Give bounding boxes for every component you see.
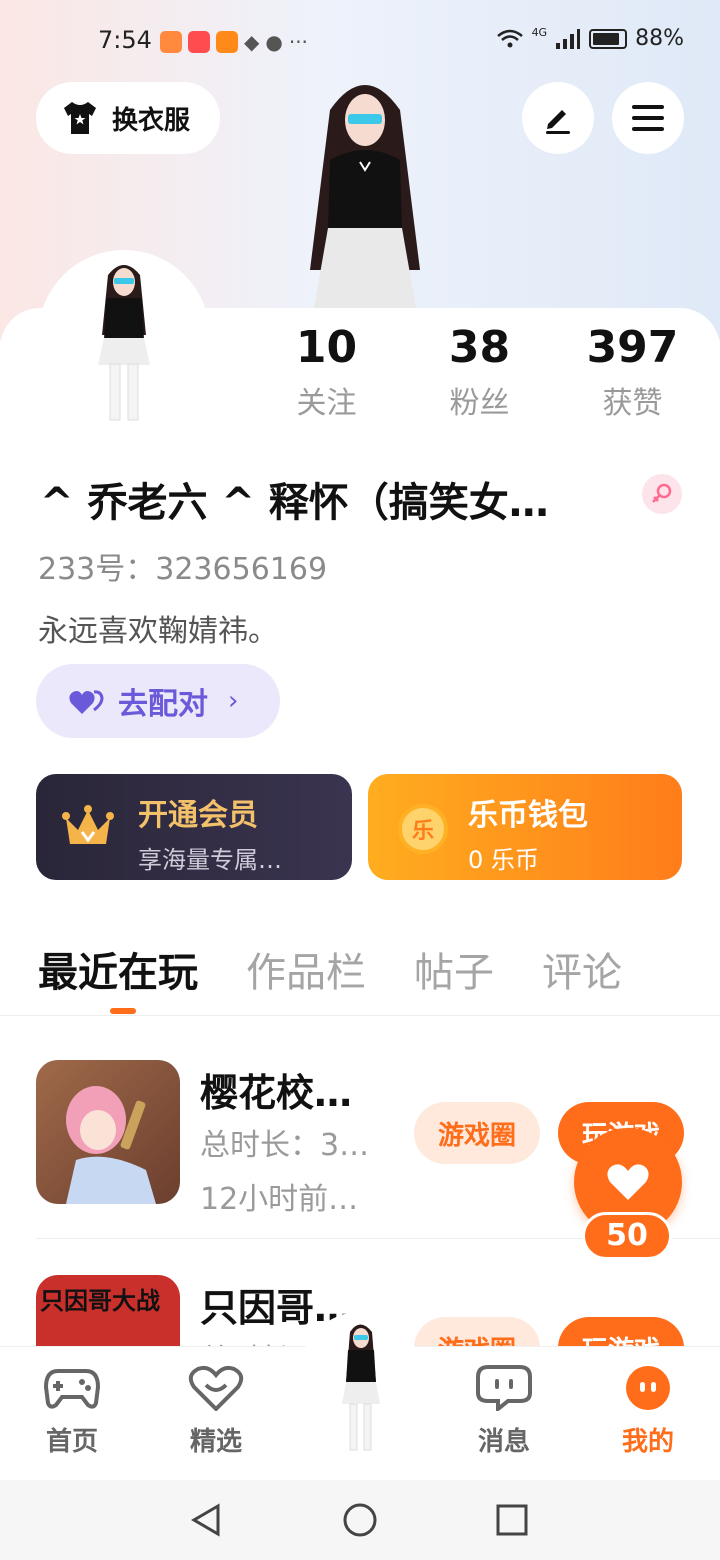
active-tab-indicator bbox=[110, 1008, 136, 1014]
menu-button[interactable] bbox=[612, 82, 684, 154]
app-notification-icon bbox=[216, 31, 238, 53]
go-pair-label: 去配对 bbox=[118, 687, 208, 722]
battery-percent: 88% bbox=[635, 26, 684, 51]
shield-icon: ◆ bbox=[244, 30, 260, 54]
game-playtime: 总时长：3… bbox=[200, 1128, 370, 1163]
game-thumb-text: 只因哥大战 bbox=[40, 1287, 160, 1315]
tshirt-icon bbox=[64, 102, 96, 134]
back-icon[interactable] bbox=[190, 1502, 222, 1538]
tab-divider bbox=[0, 1015, 720, 1016]
avatar-character-figure[interactable] bbox=[290, 70, 440, 310]
stat-label: 获赞 bbox=[602, 386, 663, 421]
profile-icon bbox=[626, 1366, 670, 1410]
coin-glyph: 乐 bbox=[411, 819, 434, 844]
like-count: 50 bbox=[582, 1212, 672, 1260]
user-bio: 永远喜欢鞠婧祎。 bbox=[38, 614, 278, 649]
heart-smile-icon bbox=[188, 1365, 244, 1412]
wifi-icon bbox=[496, 29, 523, 47]
status-app-icons: ◆ ● ··· bbox=[160, 30, 308, 54]
globe-icon: ● bbox=[265, 30, 283, 54]
heart-icon bbox=[607, 1164, 649, 1200]
coin-icon: 乐 bbox=[398, 804, 448, 854]
stat-value: 38 bbox=[448, 322, 511, 373]
signal-icon bbox=[556, 28, 581, 49]
go-pair-button[interactable]: 去配对 › bbox=[36, 664, 280, 738]
nav-messages[interactable]: 消息 bbox=[444, 1365, 564, 1458]
pencil-icon bbox=[546, 110, 570, 134]
coin-wallet-card[interactable]: 乐 乐币钱包 0 乐币 bbox=[368, 774, 682, 880]
nav-label: 消息 bbox=[477, 1427, 530, 1457]
system-navigation-bar bbox=[0, 1480, 720, 1560]
change-outfit-button[interactable]: 换衣服 bbox=[36, 82, 220, 154]
more-icon: ··· bbox=[288, 30, 308, 54]
vip-subtitle: 享海量专属… bbox=[138, 846, 282, 874]
nav-label: 首页 bbox=[45, 1427, 98, 1457]
nav-featured[interactable]: 精选 bbox=[156, 1365, 276, 1458]
center-avatar-button[interactable] bbox=[300, 1312, 420, 1462]
profile-tabs: 最近在玩 作品栏 帖子 评论 bbox=[38, 940, 670, 998]
gamepad-icon bbox=[43, 1369, 101, 1409]
nav-me[interactable]: 我的 bbox=[588, 1365, 708, 1458]
status-bar: 7:54 ◆ ● ··· 4G 88% bbox=[0, 22, 720, 62]
avatar[interactable] bbox=[38, 250, 210, 422]
stat-likes[interactable]: 397 获赞 bbox=[556, 322, 709, 422]
user-id: 233号：323656169 bbox=[38, 552, 328, 587]
profile-stats: 10 关注 38 粉丝 397 获赞 bbox=[250, 322, 710, 422]
stat-label: 关注 bbox=[296, 386, 357, 421]
stat-value: 10 bbox=[295, 322, 358, 373]
chevron-right-icon: › bbox=[228, 686, 239, 716]
stat-fans[interactable]: 38 粉丝 bbox=[403, 322, 556, 422]
vip-title: 开通会员 bbox=[138, 798, 258, 833]
tab-posts[interactable]: 帖子 bbox=[414, 940, 494, 998]
wallet-balance: 0 乐币 bbox=[468, 846, 539, 874]
nav-home[interactable]: 首页 bbox=[12, 1365, 132, 1458]
username: ^ 乔老六 ^ 释怀（搞笑女… bbox=[40, 480, 549, 526]
recents-icon[interactable] bbox=[496, 1502, 528, 1538]
status-right: 4G 88% bbox=[496, 26, 684, 51]
battery-icon bbox=[589, 28, 628, 49]
app-notification-icon bbox=[188, 31, 210, 53]
game-thumbnail bbox=[36, 1060, 180, 1204]
stat-value: 397 bbox=[586, 322, 679, 373]
tab-recently-played[interactable]: 最近在玩 bbox=[38, 940, 198, 998]
avatar-figure bbox=[98, 265, 150, 421]
chat-icon bbox=[476, 1365, 532, 1414]
wallet-title: 乐币钱包 bbox=[468, 798, 588, 833]
status-time: 7:54 bbox=[98, 26, 152, 54]
nav-label: 我的 bbox=[621, 1427, 674, 1457]
vip-membership-card[interactable]: 开通会员 享海量专属… bbox=[36, 774, 352, 880]
nav-label: 精选 bbox=[189, 1427, 242, 1457]
female-gender-icon bbox=[642, 474, 682, 514]
game-art bbox=[66, 1086, 156, 1204]
avatar-figure bbox=[342, 1324, 380, 1451]
change-outfit-label: 换衣服 bbox=[112, 105, 191, 136]
game-circle-button[interactable]: 游戏圈 bbox=[414, 1102, 540, 1164]
tab-comments[interactable]: 评论 bbox=[542, 940, 622, 998]
crown-icon bbox=[62, 805, 114, 844]
game-last-played: 12小时前… bbox=[200, 1182, 359, 1217]
tab-works[interactable]: 作品栏 bbox=[246, 940, 366, 998]
network-label: 4G bbox=[531, 26, 548, 39]
menu-icon bbox=[632, 105, 664, 131]
stat-following[interactable]: 10 关注 bbox=[250, 322, 403, 422]
game-title: 樱花校… bbox=[200, 1071, 353, 1115]
app-notification-icon bbox=[160, 31, 182, 53]
home-icon[interactable] bbox=[342, 1502, 378, 1538]
stat-label: 粉丝 bbox=[449, 386, 510, 421]
hearts-icon bbox=[69, 690, 104, 714]
edit-profile-button[interactable] bbox=[522, 82, 594, 154]
